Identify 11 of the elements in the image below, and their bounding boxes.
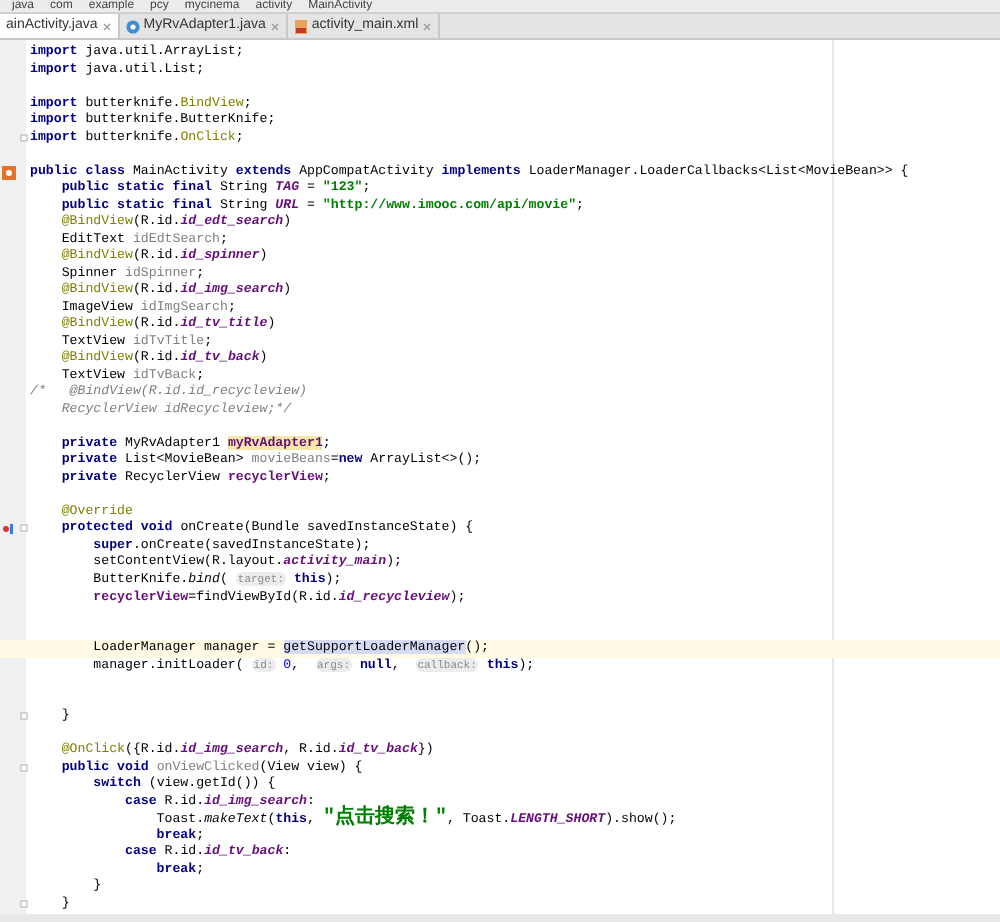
fold-marker-icon[interactable]	[20, 763, 28, 772]
override-icon[interactable]	[2, 522, 14, 537]
fold-marker-icon[interactable]	[20, 133, 28, 142]
fold-marker-icon[interactable]	[20, 899, 28, 908]
close-icon[interactable]	[422, 21, 433, 31]
fold-marker-icon[interactable]	[20, 524, 28, 533]
fold-marker-icon[interactable]	[20, 712, 28, 721]
class-file-icon	[125, 19, 140, 33]
xml-file-icon	[293, 19, 308, 33]
close-icon[interactable]	[269, 21, 280, 31]
close-icon[interactable]	[101, 21, 112, 31]
